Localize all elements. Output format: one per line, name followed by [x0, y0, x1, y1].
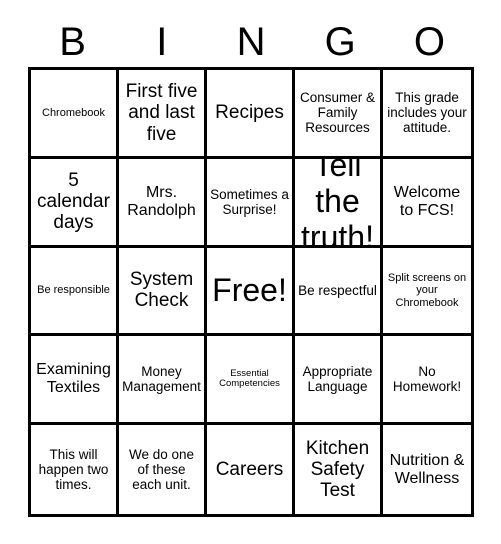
header-letter-n: N	[236, 20, 266, 64]
bingo-card: B I N G O Chromebook First five and last…	[0, 0, 501, 544]
bingo-cell-label: Tell the truth!	[301, 158, 374, 248]
header-letter-i: I	[156, 20, 168, 64]
bingo-cell-label: Sometimes a Surprise!	[210, 186, 289, 217]
header-letter-o: O	[413, 20, 445, 64]
bingo-cell[interactable]: Recipes	[207, 70, 295, 159]
bingo-cell[interactable]: Money Management	[119, 336, 207, 426]
bingo-cell[interactable]: Chromebook	[31, 70, 119, 159]
bingo-cell[interactable]: Consumer & Family Resources	[295, 70, 383, 159]
bingo-cell-label: Be respectful	[298, 282, 377, 298]
bingo-cell-label: This will happen two times.	[38, 446, 109, 493]
bingo-cell-label: Welcome to FCS!	[393, 183, 461, 219]
bingo-cell[interactable]: Careers	[207, 425, 295, 514]
bingo-cell[interactable]: Appropriate Language	[295, 336, 383, 426]
bingo-cell[interactable]: System Check	[119, 247, 207, 337]
bingo-cell[interactable]: This grade includes your attitude.	[383, 70, 471, 159]
bingo-cell[interactable]: This will happen two times.	[31, 425, 119, 514]
bingo-grid: Chromebook First five and last five Reci…	[28, 67, 474, 517]
bingo-cell[interactable]: Split screens on your Chromebook	[383, 247, 471, 337]
bingo-cell[interactable]: We do one of these each unit.	[119, 425, 207, 514]
bingo-cell[interactable]: Kitchen Safety Test	[295, 425, 383, 514]
bingo-cell-label: We do one of these each unit.	[128, 446, 195, 493]
bingo-cell-label: Chromebook	[42, 106, 105, 119]
bingo-cell-label: Examining Textiles	[36, 361, 111, 397]
bingo-cell-label: Be responsible	[37, 284, 110, 297]
bingo-cell-label: No Homework!	[392, 364, 462, 395]
bingo-cell[interactable]: Examining Textiles	[31, 336, 119, 426]
bingo-header: B I N G O	[28, 18, 474, 66]
bingo-cell-label: System Check	[129, 269, 194, 312]
bingo-cell-label: Split screens on your Chromebook	[387, 272, 467, 309]
bingo-cell-label: This grade includes your attitude.	[387, 90, 467, 136]
bingo-cell-label: Essential Competencies	[219, 367, 280, 390]
bingo-cell[interactable]: Sometimes a Surprise!	[207, 158, 295, 248]
bingo-cell-label: Careers	[215, 458, 284, 480]
header-letter-b: B	[59, 20, 86, 64]
bingo-cell[interactable]: 5 calendar days	[31, 158, 119, 248]
bingo-cell[interactable]: Welcome to FCS!	[383, 158, 471, 248]
bingo-cell-free[interactable]: Free!	[207, 247, 295, 337]
bingo-cell[interactable]: First five and last five	[119, 70, 207, 159]
bingo-cell-label: Kitchen Safety Test	[305, 437, 370, 502]
bingo-cell-label: Appropriate Language	[302, 364, 373, 395]
bingo-cell-label: Nutrition & Wellness	[389, 451, 465, 487]
bingo-cell-label: First five and last five	[125, 81, 198, 145]
bingo-cell[interactable]: Tell the truth!	[295, 158, 383, 248]
bingo-cell-label: Recipes	[215, 102, 284, 124]
bingo-cell[interactable]: Be respectful	[295, 247, 383, 337]
bingo-cell-label: 5 calendar days	[37, 169, 110, 234]
bingo-cell-label: Money Management	[122, 364, 201, 395]
bingo-cell-label: Mrs. Randolph	[127, 183, 196, 219]
bingo-cell[interactable]: Mrs. Randolph	[119, 158, 207, 248]
bingo-cell-label: Consumer & Family Resources	[299, 90, 376, 136]
bingo-cell-label: Free!	[212, 271, 287, 308]
bingo-cell[interactable]: No Homework!	[383, 336, 471, 426]
header-letter-g: G	[324, 20, 356, 64]
bingo-cell[interactable]: Nutrition & Wellness	[383, 425, 471, 514]
bingo-cell[interactable]: Essential Competencies	[207, 336, 295, 426]
bingo-cell[interactable]: Be responsible	[31, 247, 119, 337]
